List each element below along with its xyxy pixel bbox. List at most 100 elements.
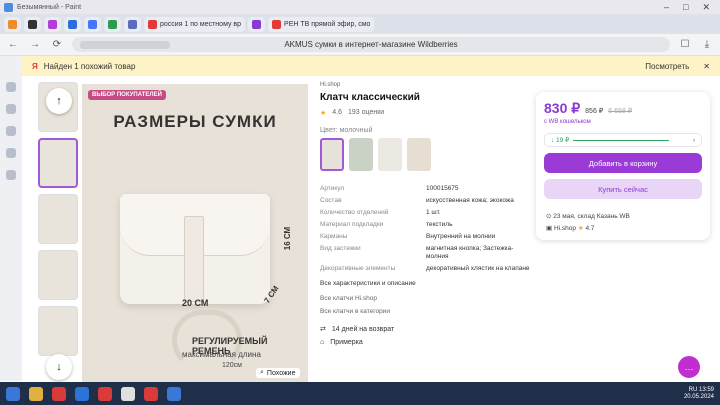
similar-text: Найден 1 похожий товар [43, 61, 136, 71]
spec-key: Карманы [320, 233, 348, 240]
url-field[interactable]: AKMUS сумки в интернет-магазине Wildberr… [72, 37, 670, 52]
minimize-icon[interactable]: – [664, 2, 669, 13]
browser-tab[interactable] [104, 16, 121, 32]
seller-name: Hi.shop [553, 225, 576, 232]
browser-tab[interactable]: россия 1 по местному вр [144, 16, 246, 32]
sidebar-icon[interactable] [6, 82, 16, 92]
buy-now-button[interactable]: Купить сейчас [544, 179, 702, 199]
similar-button[interactable]: ⌕ Похожие [256, 368, 300, 378]
add-to-cart-button[interactable]: Добавить в корзину [544, 153, 702, 173]
swatch-selected[interactable] [320, 138, 344, 171]
color-label: Цвет: молочный [320, 127, 373, 134]
browser-tab[interactable] [24, 16, 41, 32]
spec-row: Количество отделений 1 шт. [320, 207, 530, 219]
tray-date: 20.05.2024 [683, 393, 714, 400]
store-icon: ▣ [546, 225, 554, 232]
reviews-count[interactable]: 193 оценки [348, 109, 384, 117]
close-banner-icon[interactable]: ✕ [703, 62, 710, 71]
window-controls: – □ ✕ [664, 2, 720, 13]
browser-tab[interactable]: РЕН ТВ прямой эфир, смо [268, 16, 375, 32]
paint-icon [4, 2, 13, 12]
shop-name[interactable]: Hi.shop [320, 82, 530, 88]
old-price: 856 ₽ [585, 108, 604, 115]
reload-icon[interactable]: ⟳ [50, 39, 64, 50]
tab-favicon-icon [128, 19, 137, 29]
sidebar-icon[interactable] [6, 126, 16, 136]
thumbnail[interactable] [38, 250, 78, 300]
badge: ВЫБОР ПОКУПАТЕЛЕЙ [88, 90, 166, 100]
spec-row: Артикул 100015675 [320, 183, 530, 195]
swatch[interactable] [378, 138, 402, 171]
thumbnail[interactable] [38, 194, 78, 244]
spec-key: Состав [320, 197, 342, 204]
browser-sidebar [0, 56, 22, 381]
opera-icon[interactable] [52, 386, 66, 401]
tab-favicon-icon [108, 19, 117, 29]
browser-tab[interactable] [124, 16, 141, 32]
spec-value: 1 шт. [426, 209, 441, 216]
tab-favicon-icon [68, 19, 77, 29]
yandex-icon[interactable] [98, 386, 112, 401]
thumbnail[interactable] [38, 306, 78, 356]
back-icon[interactable]: ← [6, 39, 20, 50]
page-title: AKMUS сумки в интернет-магазине Wildberr… [284, 40, 458, 49]
browser-tab[interactable] [4, 16, 21, 32]
sidebar-icon[interactable] [6, 170, 16, 180]
browser-tab[interactable] [84, 16, 101, 32]
spec-value: магнитная кнопка; Застежка-молния [426, 245, 514, 260]
dim-height: 16 СМ [283, 226, 293, 251]
spec-value: Внутренний на молнии [426, 233, 496, 240]
tab-label: россия 1 по местному вр [160, 20, 242, 28]
up-arrow-icon[interactable]: ↑ [46, 88, 72, 114]
swatch[interactable] [349, 138, 373, 171]
spec-key: Артикул [320, 185, 345, 192]
seller-row[interactable]: ▣ Hi.shop ★ 4.7 [546, 224, 630, 232]
tray-time: 13:59 [698, 386, 714, 393]
bookmark-icon[interactable]: ☐ [678, 39, 692, 50]
browser-tab[interactable] [44, 16, 61, 32]
download-icon[interactable]: ⤓ [700, 39, 714, 50]
chat-icon[interactable]: … [678, 356, 700, 378]
folder-icon[interactable] [29, 386, 43, 401]
return-icon: ⇄ [320, 326, 326, 333]
similar-banner: Я Найден 1 похожий товар Посмотреть ✕ [22, 56, 720, 76]
spec-key: Декоративные элементы [320, 265, 396, 272]
browser-tab[interactable] [64, 16, 81, 32]
product-image[interactable]: ВЫБОР ПОКУПАТЕЛЕЙ РАЗМЕРЫ СУМКИ 20 СМ 7 … [82, 84, 308, 382]
close-icon[interactable]: ✕ [702, 2, 710, 13]
address-bar: ← → ⟳ AKMUS сумки в интернет-магазине Wi… [0, 34, 720, 56]
all-specs-link[interactable]: Все характеристики и описание [320, 280, 530, 287]
paint-titlebar: Безымянный - Paint – □ ✕ [0, 0, 720, 14]
wallet-note[interactable]: с WB кошельком [544, 119, 702, 125]
tray-lang: RU [688, 386, 698, 393]
paint-icon[interactable] [167, 386, 181, 401]
yandex-browser-icon[interactable] [144, 386, 158, 401]
price-history[interactable]: ↓ 19 ₽ › [544, 133, 702, 147]
spec-row: Декоративные элементы декоративный хлясти… [320, 263, 530, 275]
sidebar-icon[interactable] [6, 148, 16, 158]
all-clutch-link[interactable]: Все клатчи Hi.shop [320, 295, 530, 302]
system-tray[interactable]: RU 13:59 20.05.2024 [684, 387, 720, 401]
down-arrow-icon[interactable]: ↓ [46, 354, 72, 380]
all-category-link[interactable]: Все клатчи в категории [320, 308, 530, 315]
taskbar: RU 13:59 20.05.2024 [0, 382, 720, 405]
sidebar-icon[interactable] [6, 104, 16, 114]
view-button[interactable]: Посмотреть [645, 62, 689, 71]
seller-rating: 4.7 [585, 225, 595, 232]
browser-tabs: россия 1 по местному вр РЕН ТВ прямой эфи… [0, 14, 720, 34]
maximize-icon[interactable]: □ [683, 2, 688, 13]
start-icon[interactable] [6, 386, 20, 401]
strap-subtitle: максимальная длина [182, 350, 261, 359]
swatch[interactable] [407, 138, 431, 171]
return-text: 14 дней на возврат [331, 325, 395, 333]
forward-icon[interactable]: → [28, 39, 42, 50]
paint-title: Безымянный - Paint [17, 3, 82, 11]
spec-key: Материал подкладки [320, 221, 384, 228]
thumbnail-selected[interactable] [38, 138, 78, 188]
browser-tab[interactable] [248, 16, 266, 32]
browser-icon[interactable] [121, 386, 135, 401]
bag-strap [184, 216, 204, 302]
rating-value: 4.6 [332, 109, 343, 116]
search-icon: ⌕ [260, 369, 264, 376]
app-icon[interactable] [75, 386, 89, 401]
